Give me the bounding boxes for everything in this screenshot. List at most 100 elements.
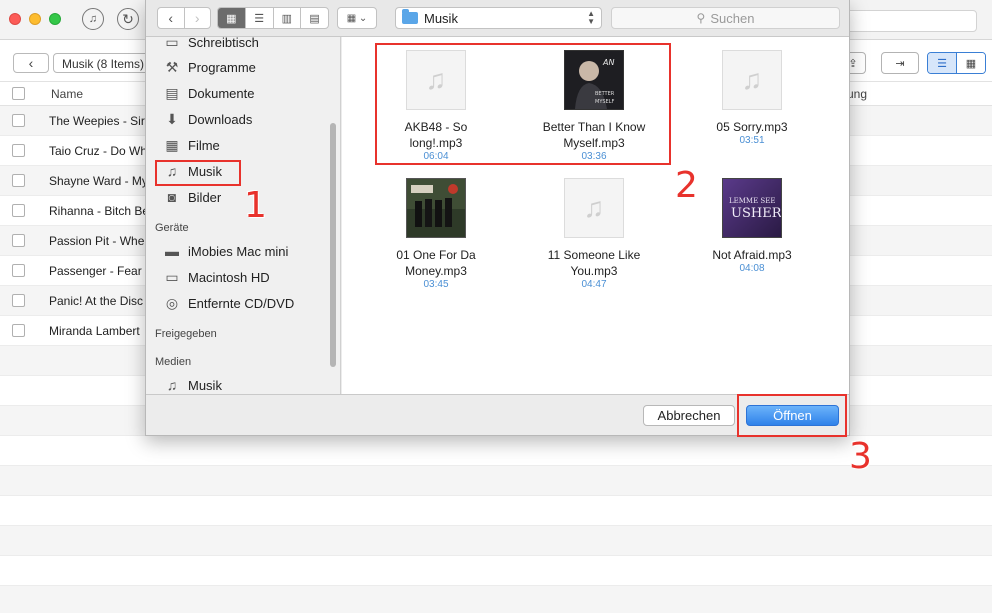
empty-row [0,586,992,613]
file-item[interactable]: LEMME SEE USHER Not Afraid.mp3 04:08 [687,178,817,275]
music-note-icon: ♫ [564,178,624,238]
list-view-icon[interactable]: ☰ [928,53,957,73]
row-checkbox[interactable] [12,234,25,247]
sidebar-item-desktop[interactable]: ▭ Schreibtisch [163,37,258,53]
row-title: Passenger - Fear [49,264,142,278]
empty-row [0,526,992,556]
sidebar-item-mac-mini[interactable]: ▬ iMobies Mac mini [163,240,288,262]
file-item[interactable]: ♫ 11 Someone Like You.mp3 04:47 [529,178,659,291]
itunes-icon[interactable]: ♫ [82,8,104,30]
app-back-button[interactable]: ‹ [13,53,49,73]
zoom-window-button[interactable] [49,13,61,25]
search-placeholder: Suchen [710,10,755,26]
hard-drive-icon: ▭ [165,268,179,285]
close-window-button[interactable] [9,13,21,25]
annotation-box-musik [155,160,241,186]
location-label: Musik [424,10,458,26]
app-search-field[interactable] [845,10,977,32]
sidebar-item-macintosh-hd[interactable]: ▭ Macintosh HD [163,266,269,288]
documents-icon: ▤ [165,84,179,101]
row-title: The Weepies - Sire [49,114,152,128]
disc-icon: ◎ [165,294,179,311]
music-note-icon: ♫ [722,50,782,110]
annotation-box-open [737,394,847,437]
applications-icon: ⚒ [165,58,179,75]
icon-view-icon[interactable]: ▦ [218,8,246,28]
computer-icon: ▬ [165,243,179,259]
row-checkbox[interactable] [12,294,25,307]
sidebar-item-remote-disc[interactable]: ◎ Entfernte CD/DVD [163,292,294,314]
svg-text:USHER: USHER [731,206,781,221]
column-header-partial[interactable]: ung [847,87,867,101]
sidebar-item-programme[interactable]: ⚒ Programme [163,56,256,78]
column-header-name[interactable]: Name [51,87,83,101]
app-view-toggle[interactable]: ☰ ▦ [927,52,986,74]
desktop-icon: ▭ [165,37,179,50]
column-view-icon[interactable]: ▥ [274,8,302,28]
sidebar-section-media: Medien [155,356,192,368]
search-field[interactable]: ⚲ Suchen [611,7,840,29]
file-item[interactable]: 01 One For Da Money.mp3 03:45 [371,178,501,291]
location-popup[interactable]: Musik ▲ ▼ [395,7,602,29]
view-mode-segment: ▦ ☰ ▥ ▤ [217,7,329,29]
folder-icon [402,9,418,24]
refresh-icon[interactable]: ↻ [117,8,139,30]
grid-view-icon[interactable]: ▦ [957,53,985,73]
album-art [406,178,466,238]
file-name: 01 One For Da Money.mp3 [396,248,476,278]
screen: ♫ ↻ ‹ Musik (8 Items) ⇪ ⇥ ☰ ▦ Name ung T… [0,0,992,613]
file-duration: 03:45 [423,279,449,290]
sidebar-item-media-musik[interactable]: ♫ Musik [163,374,222,394]
row-title: Shayne Ward - My [49,174,148,188]
row-checkbox[interactable] [12,324,25,337]
import-icon[interactable]: ⇥ [881,52,919,74]
sidebar-item-dokumente[interactable]: ▤ Dokumente [163,82,254,104]
history-nav: ‹ › [157,7,211,29]
app-breadcrumb[interactable]: Musik (8 Items) [53,53,153,73]
row-title: Taio Cruz - Do Wh [49,144,148,158]
file-duration: 04:08 [739,263,765,274]
sidebar-section-shared: Freigegeben [155,328,217,340]
downloads-icon: ⬇ [166,110,178,127]
list-view-icon[interactable]: ☰ [246,8,274,28]
row-title: Rihanna - Bitch Be [49,204,150,218]
empty-row [0,556,992,586]
music-note-icon: ♫ [166,377,178,393]
annotation-box-files [375,43,671,165]
file-duration: 04:47 [581,279,607,290]
forward-icon[interactable]: › [185,8,211,28]
row-checkbox[interactable] [12,144,25,157]
row-checkbox[interactable] [12,114,25,127]
arrange-menu-button[interactable]: ▦ ⌄ [337,7,377,29]
empty-row [0,496,992,526]
file-duration: 03:51 [739,135,765,146]
empty-row [0,436,992,466]
coverflow-view-icon[interactable]: ▤ [301,8,328,28]
annotation-number: 2 [675,165,698,206]
sidebar-item-filme[interactable]: ▦ Filme [163,134,219,156]
row-checkbox[interactable] [12,264,25,277]
row-checkbox[interactable] [12,174,25,187]
sidebar-scrollbar[interactable] [330,123,336,367]
dialog-toolbar: ‹ › ▦ ☰ ▥ ▤ ▦ ⌄ Musik ▲ ▼ ⚲ Suchen [146,0,849,37]
file-name: 11 Someone Like You.mp3 [547,248,641,278]
minimize-window-button[interactable] [29,13,41,25]
file-name: Not Afraid.mp3 [712,248,792,262]
empty-row [0,466,992,496]
svg-text:LEMME SEE: LEMME SEE [729,197,775,205]
file-item[interactable]: ♫ 05 Sorry.mp3 03:51 [687,50,817,147]
sidebar-item-downloads[interactable]: ⬇ Downloads [163,108,252,130]
sidebar-section-devices: Geräte [155,222,189,234]
annotation-number: 1 [244,185,267,226]
row-title: Miranda Lambert [49,324,140,338]
camera-icon: ◙ [167,189,177,205]
cancel-button[interactable]: Abbrechen [643,405,735,426]
row-checkbox[interactable] [12,204,25,217]
row-title: Panic! At the Disc [49,294,144,308]
back-icon[interactable]: ‹ [158,8,185,28]
select-all-checkbox[interactable] [12,87,25,100]
sidebar-item-bilder[interactable]: ◙ Bilder [163,186,221,208]
file-name: 05 Sorry.mp3 [716,120,788,134]
annotation-number: 3 [849,436,872,477]
row-title: Passion Pit - Whe [49,234,145,248]
